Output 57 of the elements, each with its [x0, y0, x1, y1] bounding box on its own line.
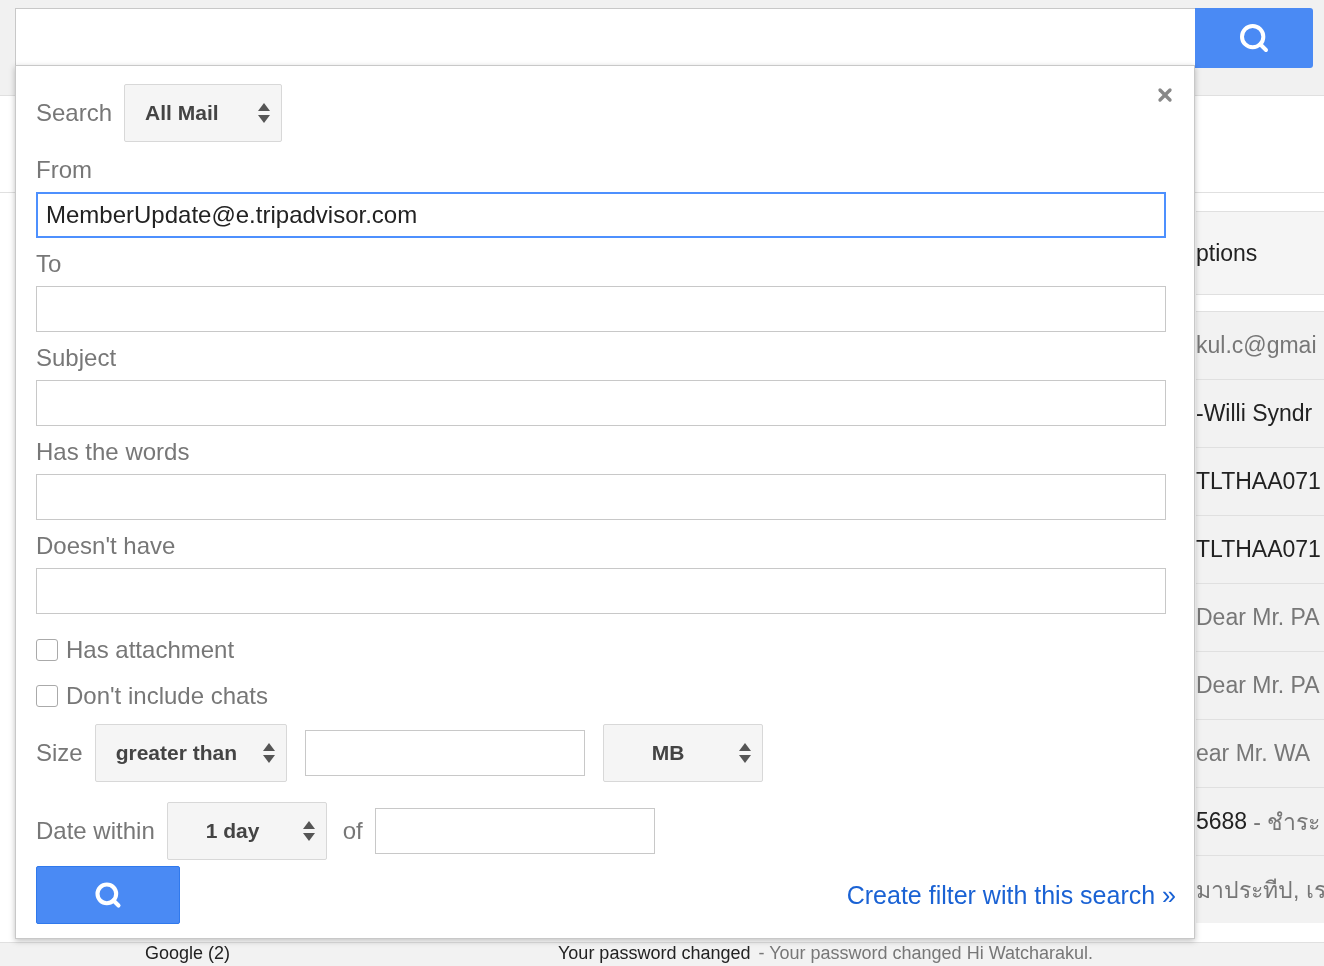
email-row[interactable]: Google (2) Your password changed - Your password changed Hi Watcharakul. — [0, 942, 1324, 966]
input-field[interactable] — [36, 474, 1166, 520]
email-snippet: - Your password changed Hi Watcharakul. — [758, 943, 1093, 964]
search-icon — [94, 881, 122, 909]
email-subject: TLTHAA071 — [1196, 468, 1321, 495]
email-sender: Google (2) — [145, 943, 232, 964]
checkbox[interactable] — [36, 639, 58, 661]
create-filter-link[interactable]: Create filter with this search » — [846, 880, 1176, 910]
email-subject: TLTHAA071 — [1196, 536, 1321, 563]
checkbox-label: Don't include chats — [66, 682, 269, 710]
field-label: To — [36, 250, 63, 278]
field-label: From — [36, 156, 93, 184]
email-row[interactable]: Dear Mr. PA — [1196, 651, 1324, 719]
sort-arrows-icon — [257, 102, 272, 124]
email-subject: 5688 — [1196, 808, 1248, 835]
email-row[interactable]: TLTHAA071 — [1196, 447, 1324, 515]
email-snippet: Dear Mr. PA — [1196, 672, 1320, 699]
close-icon — [1155, 85, 1175, 105]
email-row[interactable]: ear Mr. WA — [1196, 719, 1324, 787]
field-label: Search — [36, 99, 113, 127]
unit-dropdown[interactable]: MB — [602, 724, 763, 782]
email-row[interactable]: kul.c@gmai — [1196, 311, 1324, 379]
field-label: Date within — [36, 817, 155, 845]
email-row[interactable]: Dear Mr. PA — [1196, 583, 1324, 651]
field-label: Has the words — [36, 438, 191, 466]
email-snippet: kul.c@gmai — [1196, 332, 1317, 359]
field-label: of — [342, 817, 363, 845]
email-row[interactable]: 5688 - ชำระ — [1196, 787, 1324, 855]
sort-arrows-icon — [261, 742, 276, 764]
size-operator-dropdown[interactable]: greater than — [94, 724, 287, 782]
email-subject: Your password changed — [558, 943, 751, 964]
email-subject: -Willi Syndr — [1196, 400, 1313, 427]
checkbox[interactable] — [36, 685, 58, 707]
search-button[interactable] — [1195, 8, 1313, 68]
email-row[interactable]: TLTHAA071 — [1196, 515, 1324, 583]
scope-dropdown[interactable]: All Mail — [124, 84, 283, 142]
field-label: Doesn't have — [36, 532, 177, 560]
date-range-dropdown[interactable]: 1 day — [166, 802, 327, 860]
email-snippet: ear Mr. WA — [1196, 740, 1311, 767]
email-row[interactable]: -Willi Syndr — [1196, 379, 1324, 447]
search-icon — [1238, 22, 1270, 54]
checkbox-label: Has attachment — [66, 636, 235, 664]
sort-arrows-icon — [301, 820, 316, 842]
input-field[interactable] — [36, 568, 1166, 614]
email-snippet: - ชำระ — [1253, 807, 1321, 837]
search-button[interactable] — [36, 866, 180, 924]
input-field[interactable] — [36, 286, 1166, 332]
size-field[interactable] — [304, 730, 585, 776]
date-field[interactable] — [374, 808, 655, 854]
input-field[interactable]: MemberUpdate@e.tripadvisor.com — [36, 192, 1166, 238]
sort-arrows-icon — [737, 742, 752, 764]
email-snippet: Dear Mr. PA — [1196, 604, 1320, 631]
field-label: Subject — [36, 344, 118, 372]
header-text: ptions — [1196, 239, 1258, 267]
field-label: Size — [36, 739, 83, 767]
input-field[interactable] — [36, 380, 1166, 426]
search-field[interactable] — [15, 8, 1195, 66]
